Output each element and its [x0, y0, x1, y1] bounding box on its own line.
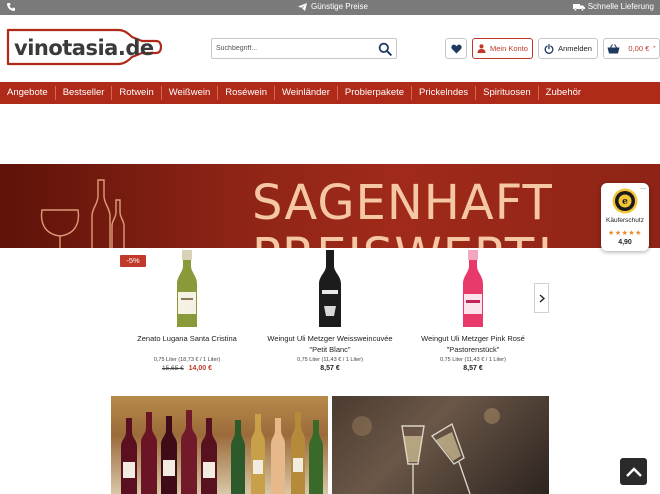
banner-headline-line2: PREISWERT!	[252, 228, 555, 248]
paper-plane-icon	[298, 2, 307, 11]
power-icon	[544, 43, 554, 54]
product-price: 8,57 €	[320, 365, 340, 372]
product-name[interactable]: Weingut Uli Metzger Weissweincuvée "Peti…	[260, 333, 400, 355]
banner-headline: SAGENHAFT	[252, 175, 553, 231]
nav-item-weinlaender[interactable]: Weinländer	[275, 86, 338, 100]
rose-wine-bottle-image	[463, 250, 483, 327]
user-icon	[477, 44, 486, 53]
usp-cheap-prices: Günstige Preise	[298, 2, 368, 11]
truck-icon	[572, 3, 585, 11]
trusted-shops-seal-icon: e	[612, 188, 638, 214]
nav-item-zubehoer[interactable]: Zubehör	[539, 86, 588, 100]
nav-item-angebote[interactable]: Angebote	[0, 86, 56, 100]
product-price-row: 8,57 €	[260, 365, 400, 372]
nav-item-rosewein[interactable]: Roséwein	[218, 86, 275, 100]
product-size-info: 0,75 Liter (11,43 € / 1 Liter)	[440, 357, 506, 363]
main-navigation: Angebote Bestseller Rotwein Weißwein Ros…	[0, 82, 660, 104]
product-price-row: 8,57 €	[403, 365, 543, 372]
trust-badge-label: Käuferschutz	[606, 217, 644, 224]
usp-fast-delivery-label: Schnelle Lieferung	[587, 2, 654, 11]
cart-total-asterisk: *	[653, 45, 656, 52]
heart-icon	[450, 44, 462, 53]
basket-icon	[607, 43, 620, 53]
product-name-line1: Zenato Lugana Santa Cristina	[137, 334, 237, 343]
site-logo[interactable]: vinotasia.de	[6, 28, 162, 66]
my-account-label: Mein Konto	[490, 44, 528, 53]
my-account-button[interactable]: Mein Konto	[472, 38, 533, 59]
trust-badge-menu-icon[interactable]: ...	[640, 184, 646, 191]
white-wine-bottle-image	[177, 250, 197, 327]
search-icon[interactable]	[378, 42, 392, 56]
svg-text:e: e	[622, 197, 628, 207]
champagne-toast-image	[352, 408, 500, 494]
promo-banner[interactable]: SAGENHAFT PREISWERT!	[0, 164, 660, 248]
product-name[interactable]: Weingut Uli Metzger Pink Rosé "Pastorens…	[403, 333, 543, 355]
nav-item-probierpakete[interactable]: Probierpakete	[338, 86, 413, 100]
product-image[interactable]	[260, 250, 400, 328]
black-wine-bottle-image	[319, 250, 341, 327]
wine-bottles-image	[121, 410, 323, 494]
product-price-row: 15,65 € 14,00 €	[117, 365, 257, 372]
slider-next-button[interactable]	[534, 283, 549, 313]
product-name-line2: "Petit Blanc"	[309, 345, 351, 354]
top-info-bar: Günstige Preise Schnelle Lieferung	[0, 0, 660, 15]
product-price: 14,00 €	[188, 365, 212, 372]
chevron-up-icon	[625, 466, 642, 477]
product-image[interactable]	[117, 250, 257, 328]
cart-total: 0,00 €	[628, 44, 650, 53]
nav-item-rotwein[interactable]: Rotwein	[112, 86, 162, 100]
chevron-right-icon	[539, 293, 545, 303]
search-bar	[211, 38, 397, 59]
back-to-top-button[interactable]	[620, 458, 647, 485]
trust-rating-stars: ★★★★★	[608, 230, 642, 237]
usp-cheap-prices-label: Günstige Preise	[311, 2, 368, 11]
login-button[interactable]: Anmelden	[538, 38, 598, 59]
nav-item-bestseller[interactable]: Bestseller	[56, 86, 113, 100]
cart-button[interactable]: 0,00 € *	[603, 38, 660, 59]
trust-rating-value: 4,90	[618, 239, 632, 246]
wishlist-button[interactable]	[445, 38, 467, 59]
category-tile-wine-packages[interactable]	[111, 396, 328, 494]
nav-item-prickelndes[interactable]: Prickelndes	[412, 86, 477, 100]
wine-glass-bottle-illustration	[40, 179, 125, 248]
nav-item-weisswein[interactable]: Weißwein	[162, 86, 219, 100]
nav-item-spirituosen[interactable]: Spirituosen	[476, 86, 539, 100]
category-tile-sparkling[interactable]	[332, 396, 549, 494]
logo-text: vinotasia.de	[14, 36, 154, 60]
product-name-line2: "Pastorenstück"	[446, 345, 500, 354]
product-size-info: 0,75 Liter (11,43 € / 1 Liter)	[297, 357, 363, 363]
product-size-info: 0,75 Liter (18,73 € / 1 Liter)	[153, 357, 221, 363]
product-name[interactable]: Zenato Lugana Santa Cristina	[117, 333, 257, 344]
phone-icon[interactable]	[6, 2, 16, 12]
search-input[interactable]	[216, 42, 366, 55]
trusted-shops-badge[interactable]: ... e Käuferschutz ★★★★★ 4,90	[601, 183, 649, 251]
product-price: 8,57 €	[463, 365, 483, 372]
product-old-price: 15,65 €	[162, 365, 184, 372]
usp-fast-delivery: Schnelle Lieferung	[572, 2, 654, 11]
login-label: Anmelden	[558, 44, 592, 53]
product-name-line1: Weingut Uli Metzger Pink Rosé	[421, 334, 525, 343]
product-image[interactable]	[403, 250, 543, 328]
product-name-line1: Weingut Uli Metzger Weissweincuvée	[267, 334, 393, 343]
